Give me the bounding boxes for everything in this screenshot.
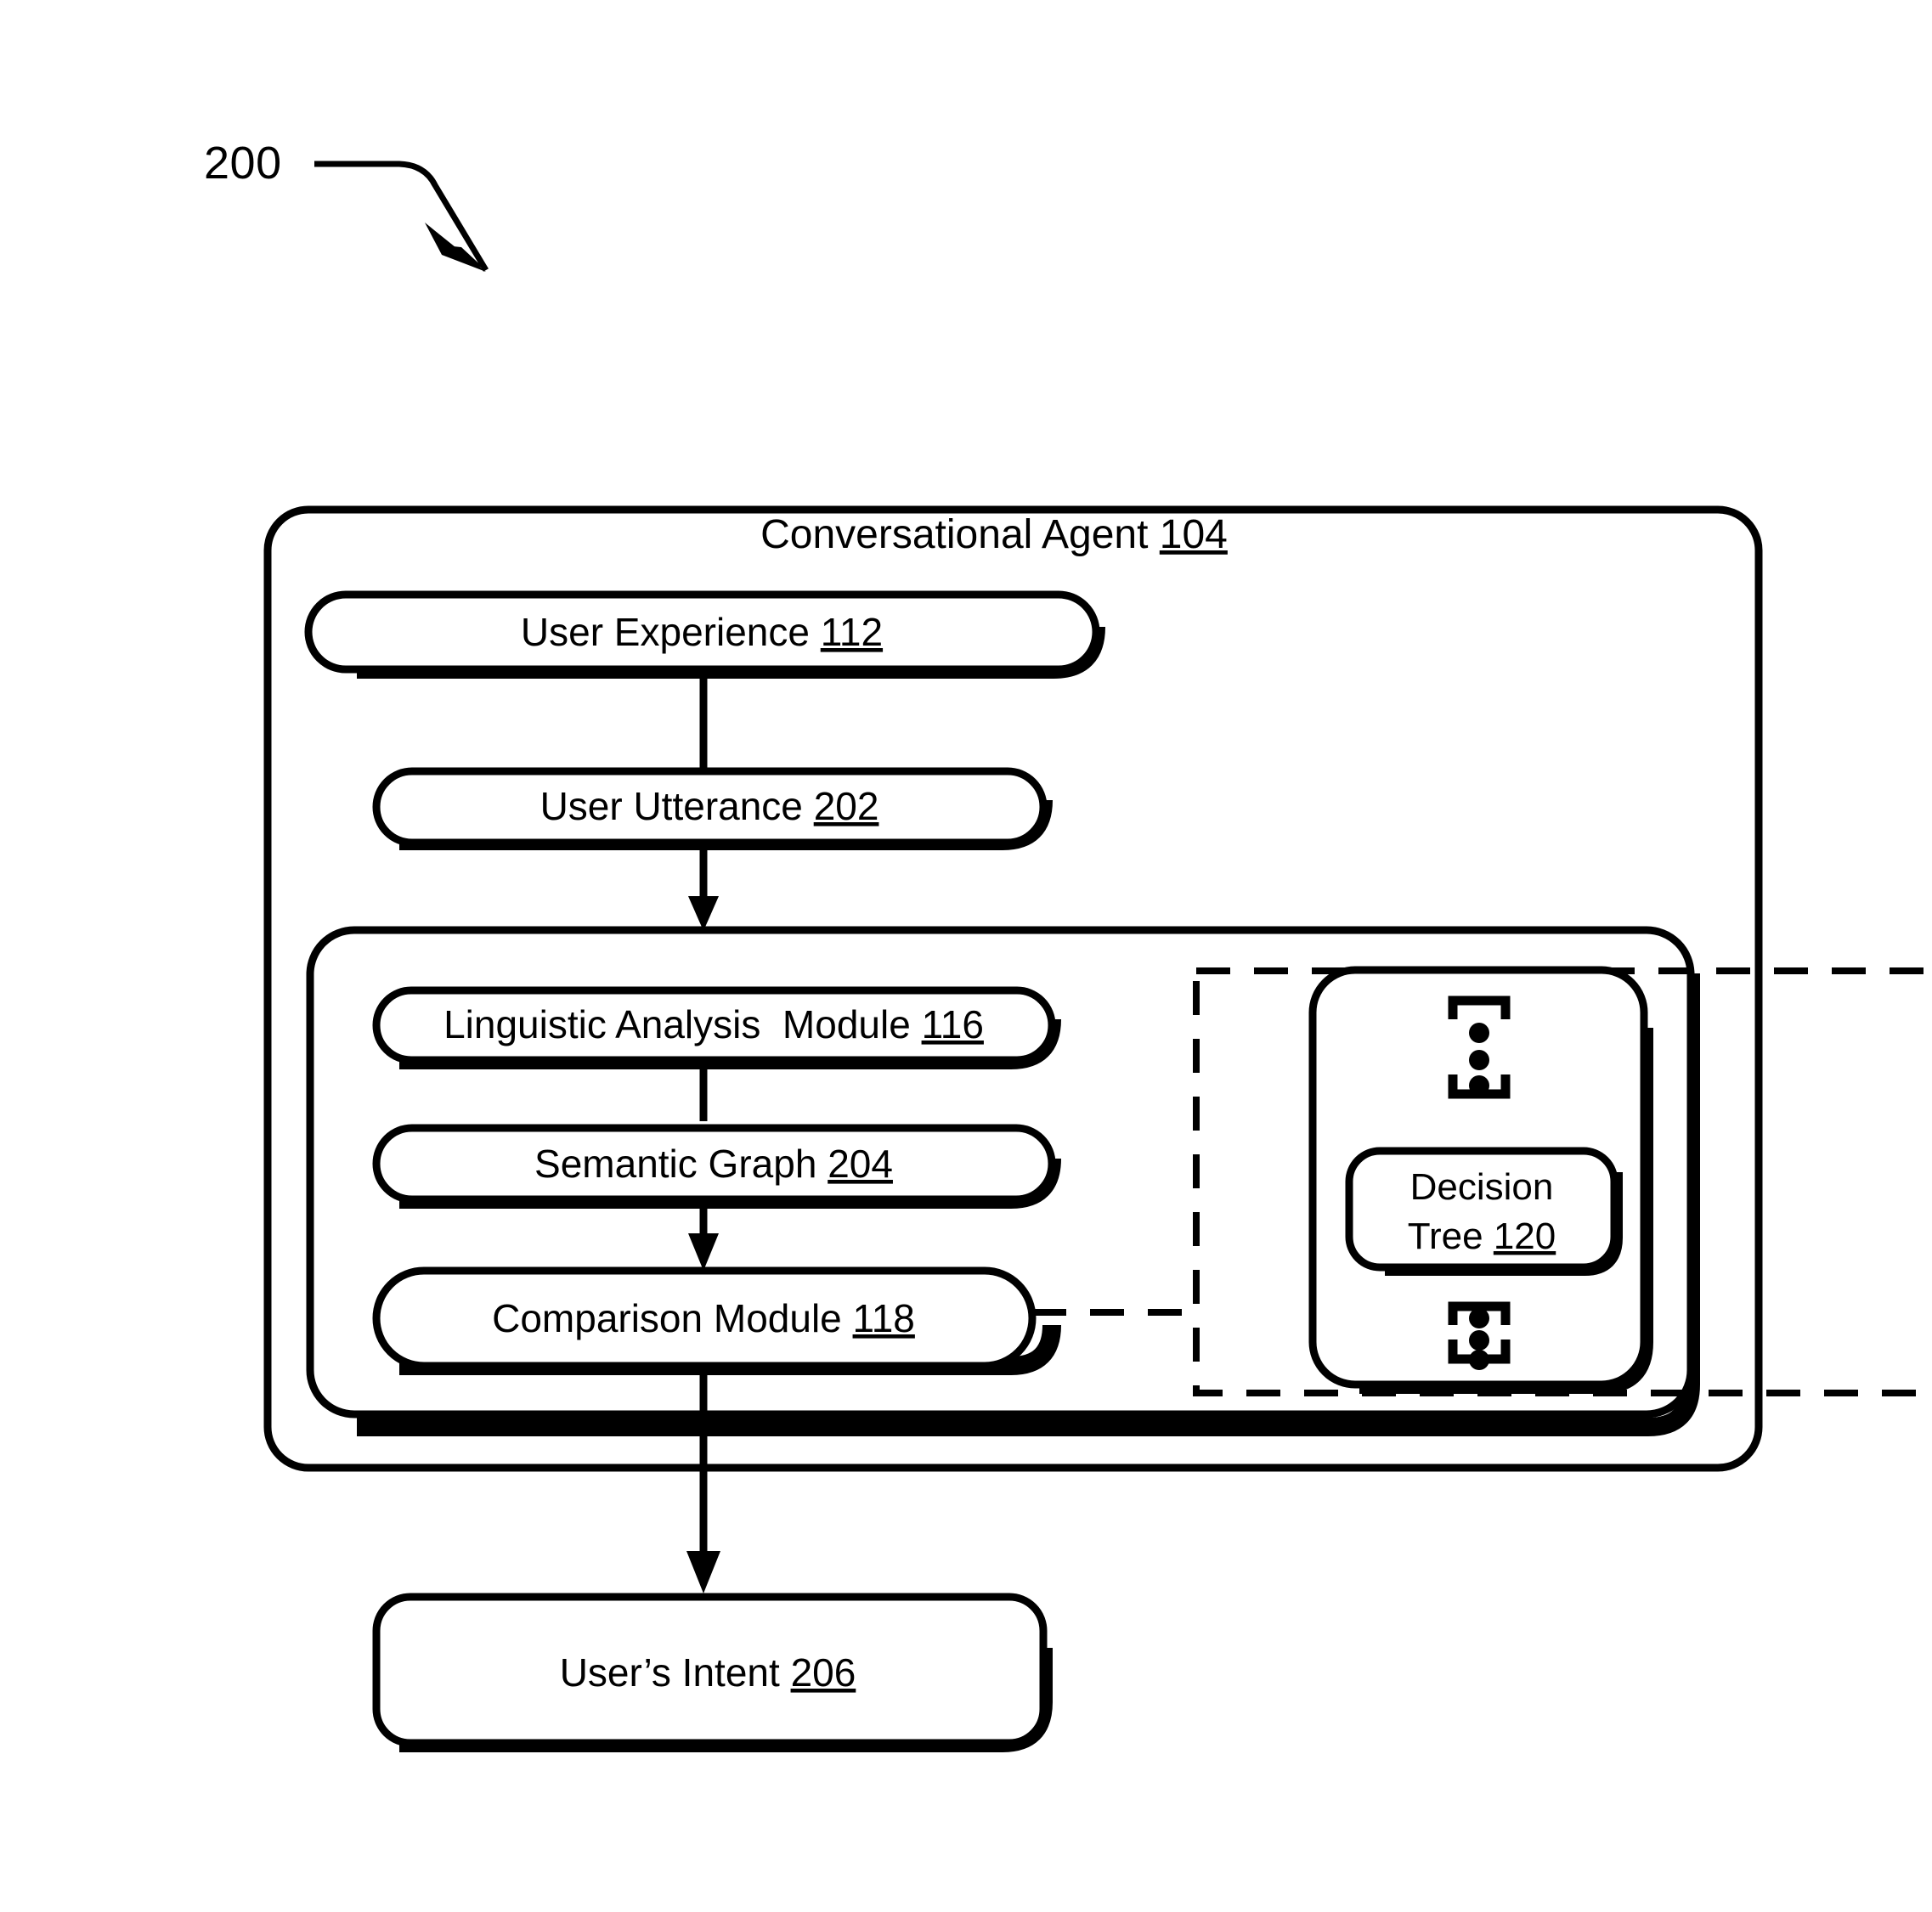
svg-text:Comparison Module 118: Comparison Module 118	[492, 1296, 915, 1340]
user-experience-ref: 112	[821, 610, 883, 654]
conversational-agent-label: Conversational Agent	[760, 512, 1148, 557]
node-linguistic-analysis-module[interactable]: Linguistic Analysis Module 116	[372, 986, 1061, 1069]
node-users-intent[interactable]: User’s Intent 206	[372, 1593, 1053, 1752]
users-intent-label: User’s Intent	[560, 1650, 780, 1695]
semantic-graph-label: Semantic Graph	[534, 1142, 816, 1186]
user-utterance-ref: 202	[814, 784, 879, 828]
decision-tree-ref: 120	[1494, 1215, 1556, 1257]
comparison-module-ref: 118	[853, 1296, 915, 1340]
decision-tree-label-line1: Decision	[1410, 1166, 1554, 1208]
svg-text:User Experience 112: User Experience 112	[521, 610, 883, 654]
conversational-agent-ref: 104	[1160, 512, 1228, 557]
figure-number: 200	[204, 138, 282, 189]
svg-text:Linguistic Analysis Module 11: Linguistic Analysis Module 116	[443, 1002, 984, 1046]
node-semantic-graph[interactable]: Semantic Graph 204	[372, 1124, 1061, 1209]
conversational-agent-title: Conversational Agent 104	[760, 512, 1228, 557]
linguistic-analysis-ref: 116	[922, 1002, 984, 1046]
svg-text:Semantic Graph 204: Semantic Graph 204	[534, 1142, 893, 1186]
patent-figure-200: User Experience 112 User Utterance 202 L…	[0, 0, 1932, 1912]
node-user-experience[interactable]: User Experience 112	[304, 590, 1105, 679]
svg-text:User’s Intent 206: User’s Intent 206	[560, 1650, 856, 1695]
decision-tree-label-line2: Tree	[1408, 1215, 1483, 1257]
node-user-utterance[interactable]: User Utterance 202	[372, 767, 1053, 850]
user-utterance-label: User Utterance	[540, 784, 803, 828]
svg-text:Tree 120: Tree 120	[1408, 1215, 1556, 1257]
node-comparison-module[interactable]: Comparison Module 118	[372, 1266, 1061, 1375]
node-decision-tree[interactable]: Decision Tree 120	[1345, 1147, 1623, 1276]
figure-leader-line	[314, 161, 489, 272]
user-experience-label: User Experience	[521, 610, 810, 654]
linguistic-analysis-label: Linguistic Analysis Module	[443, 1002, 911, 1046]
users-intent-ref: 206	[791, 1650, 856, 1695]
semantic-graph-ref: 204	[828, 1142, 893, 1186]
diagram-canvas: User Experience 112 User Utterance 202 L…	[204, 138, 1932, 1752]
comparison-module-label: Comparison Module	[492, 1296, 842, 1340]
svg-text:User Utterance 202: User Utterance 202	[540, 784, 879, 828]
